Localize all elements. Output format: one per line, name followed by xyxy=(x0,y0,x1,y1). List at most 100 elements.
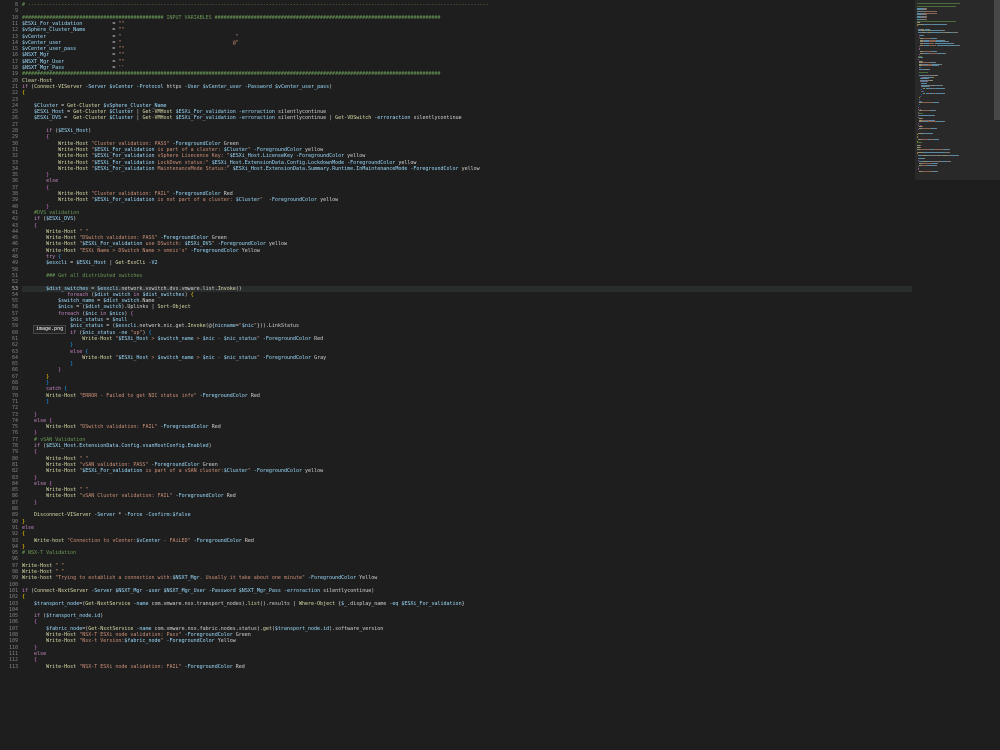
code-line[interactable]: } xyxy=(22,399,49,405)
code-line[interactable]: $fabric_node=(Get-NsxtService -name com.… xyxy=(22,626,383,632)
code-line[interactable]: ### Get all distributed switches xyxy=(22,273,142,279)
code-line[interactable]: { xyxy=(22,223,37,229)
code-line[interactable]: $vSphere_Cluster_Name = "" xyxy=(22,27,124,33)
minimap[interactable] xyxy=(915,0,1000,750)
code-line[interactable]: Write-Host "$ESXi_For_validation is part… xyxy=(22,468,323,474)
code-line[interactable]: # vSAN Validation xyxy=(22,437,85,443)
code-line[interactable]: Write-Host " " xyxy=(22,569,64,575)
code-line[interactable]: } xyxy=(22,475,37,481)
code-line[interactable]: { xyxy=(22,185,49,191)
code-line[interactable]: # NSX-T Validation xyxy=(22,550,76,556)
code-line[interactable]: $switch_name = $dist_switch.Name xyxy=(22,298,154,304)
code-line[interactable]: Write-host "Trying to establish a connec… xyxy=(22,575,377,581)
code-line[interactable]: $dist_switches = $esxcli.network.vswitch… xyxy=(22,285,912,292)
code-line[interactable]: Write-Host " " xyxy=(22,456,88,462)
code-line[interactable]: $vCenter_user_pass = "" xyxy=(22,46,124,52)
code-line[interactable]: $ESXi_DVS = Get-Cluster $Cluster | Get-V… xyxy=(22,115,462,121)
code-line[interactable]: $NSXT_Mgr = "" xyxy=(22,52,124,58)
code-line[interactable]: else xyxy=(22,178,58,184)
code-line[interactable]: ########################################… xyxy=(22,15,440,21)
code-line[interactable]: { xyxy=(22,594,25,600)
code-line[interactable]: Write-Host "$ESXi_For_validation use DSw… xyxy=(22,241,287,247)
code-line[interactable]: $NSXT_Mgr_Pass = '' xyxy=(22,65,124,71)
code-line[interactable]: Write-Host "NSX-T ESXi node validation: … xyxy=(22,664,245,670)
code-line[interactable]: Write-Host "DSwitch validation: FAIL" -F… xyxy=(22,424,221,430)
code-line[interactable]: } xyxy=(22,342,73,348)
code-line[interactable]: Write-Host "$ESXi_For_validation vSphere… xyxy=(22,153,365,159)
code-line[interactable]: else { xyxy=(22,481,52,487)
code-line[interactable]: else { xyxy=(22,349,88,355)
code-line[interactable]: { xyxy=(22,531,25,537)
code-line[interactable]: $NSXT_Mgr_User = "" xyxy=(22,59,124,65)
code-line[interactable]: Write-Host " " xyxy=(22,563,64,569)
code-line[interactable]: $vCenter = " " xyxy=(22,34,239,40)
code-line[interactable]: Write-Host "Cluster validation: PASS" -F… xyxy=(22,141,239,147)
code-line[interactable]: if (Connect-VIServer -Server $vCenter -P… xyxy=(22,84,332,90)
code-line[interactable]: Write-Host "$ESXi_For_validation Mainten… xyxy=(22,166,480,172)
code-line[interactable]: $vCenter_user = " @" xyxy=(22,40,239,46)
code-line[interactable]: } xyxy=(22,645,37,651)
code-line[interactable]: Write-Host "$ESXi_For_validation LockDow… xyxy=(22,160,416,166)
code-line[interactable]: if (Connect-NsxtServer -Server $NSXT_Mgr… xyxy=(22,588,374,594)
code-editor[interactable]: 8 9 10 11 12 13 14 15 16 17 18 19 20 21 22 23 24 25 26 27 28… xyxy=(0,0,1000,750)
code-line[interactable]: Write-Host "$ESXi_For_validation is not … xyxy=(22,197,338,203)
code-line[interactable]: else xyxy=(22,651,46,657)
code-line[interactable]: { xyxy=(22,619,37,625)
code-area[interactable]: # --------------------------------------… xyxy=(22,0,912,750)
code-line[interactable]: } xyxy=(22,204,49,210)
code-line[interactable]: } xyxy=(22,172,49,178)
code-line[interactable]: Write-Host "DSwitch validation: PASS" -F… xyxy=(22,235,227,241)
code-line[interactable]: } xyxy=(22,500,37,506)
code-line[interactable]: } xyxy=(22,519,25,525)
code-line[interactable]: # --------------------------------------… xyxy=(22,2,489,8)
code-line[interactable]: Write-Host "vSAN validation: PASS" -Fore… xyxy=(22,462,218,468)
code-line[interactable]: foreach ($dist_switch in $dist_switches)… xyxy=(22,292,193,298)
code-line[interactable]: Write-Host "ESXi Name > DSwitch Name > v… xyxy=(22,248,260,254)
code-line[interactable]: Write-Host "vSAN Cluster validation: FAI… xyxy=(22,493,236,499)
code-line[interactable]: $transport_node=(Get-NsxtService -name c… xyxy=(22,601,465,607)
code-line[interactable]: Write-Host "$ESXi_For_validation is part… xyxy=(22,147,323,153)
code-line[interactable]: Write-Host " " xyxy=(22,229,88,235)
code-line[interactable]: $esxcli = $ESXi_Host | Get-EsxCli -V2 xyxy=(22,260,157,266)
vertical-scrollbar[interactable] xyxy=(994,0,1000,750)
code-line[interactable]: #DVS validation xyxy=(22,210,79,216)
code-line[interactable]: ########################################… xyxy=(22,71,440,77)
code-line[interactable]: else { xyxy=(22,418,52,424)
code-line[interactable]: if ($ESXi_Host.ExtensionData.Config.vsan… xyxy=(22,443,212,449)
code-line[interactable]: else xyxy=(22,525,34,531)
code-line[interactable]: } xyxy=(22,430,37,436)
code-line[interactable]: { xyxy=(22,134,49,140)
code-line[interactable]: } xyxy=(22,380,49,386)
code-line[interactable]: $ESXi_For_validation = "" xyxy=(22,21,124,27)
code-line[interactable]: Write-Host "$ESXi_Host > $switch_name > … xyxy=(22,336,323,342)
code-line[interactable]: $nics = ($dist_switch).Uplinks | Sort-Ob… xyxy=(22,304,190,310)
code-line[interactable]: { xyxy=(22,449,37,455)
code-line[interactable]: Write-Host "Nsx-t Version:$fabric_node" … xyxy=(22,638,236,644)
code-line[interactable]: foreach ($nic in $nics) { xyxy=(22,311,133,317)
code-line[interactable]: try { xyxy=(22,254,61,260)
code-line[interactable]: Write-Host "Cluster validation: FAIL" -F… xyxy=(22,191,233,197)
code-line[interactable]: $nic_status = $null xyxy=(22,317,127,323)
code-line[interactable]: } xyxy=(22,367,61,373)
code-line[interactable]: } xyxy=(22,412,37,418)
code-line[interactable]: Disconnect-VIServer -Server * -Force -Co… xyxy=(22,512,191,518)
code-line[interactable]: $Cluster = Get-Cluster $vSphere_Cluster_… xyxy=(22,103,166,109)
code-line[interactable]: } xyxy=(22,374,49,380)
code-line[interactable]: catch { xyxy=(22,386,67,392)
code-line[interactable]: Write-Host "$ESXi_Host > $switch_name > … xyxy=(22,355,326,361)
code-line[interactable]: } xyxy=(22,361,73,367)
code-line[interactable]: } xyxy=(22,544,25,550)
code-line[interactable]: Write-host "Connection to vCenter:$vCent… xyxy=(22,538,254,544)
code-line[interactable]: if ($ESXi_Host) xyxy=(22,128,91,134)
code-line[interactable]: { xyxy=(22,90,25,96)
code-line[interactable]: Write-Host "NSX-T ESXi node validation: … xyxy=(22,632,251,638)
code-line[interactable]: if ($transport_node.id) xyxy=(22,613,103,619)
code-line[interactable]: Clear-Host xyxy=(22,78,52,84)
code-line[interactable]: if ($ESXi_DVS) xyxy=(22,216,76,222)
code-line[interactable]: { xyxy=(22,657,37,663)
code-line[interactable]: $ESXi_Host = Get-Cluster $Cluster | Get-… xyxy=(22,109,326,115)
code-line[interactable]: Write-Host " " xyxy=(22,487,88,493)
minimap-slider[interactable] xyxy=(915,0,1000,180)
code-line[interactable]: Write-Host "ERROR - Failed to get NIC st… xyxy=(22,393,260,399)
scrollbar-thumb[interactable] xyxy=(994,0,1000,120)
